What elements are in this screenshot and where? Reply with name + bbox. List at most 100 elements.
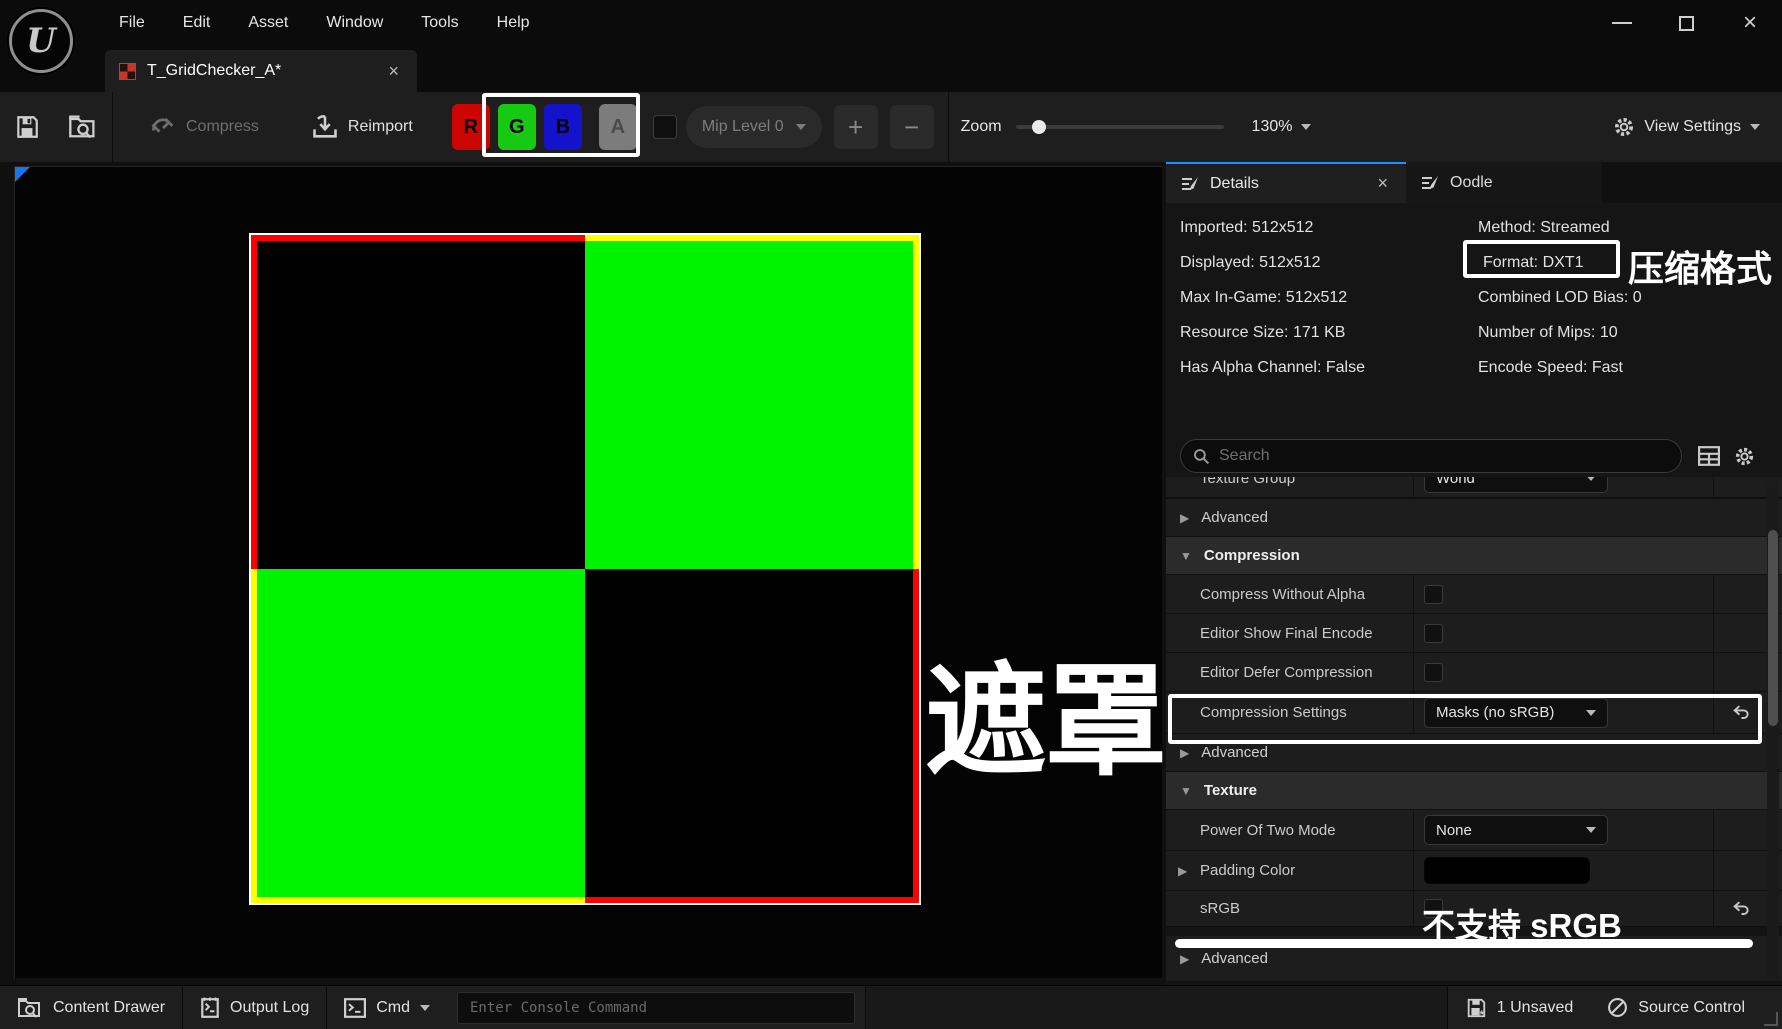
advanced-category-row[interactable]: ▶ Advanced [1166,734,1782,772]
texture-info-summary: Imported: 512x512 Method: Streamed Displ… [1180,210,1768,385]
maximize-icon [1678,15,1694,31]
menu-edit[interactable]: Edit [164,14,230,32]
expand-arrow-icon[interactable]: ▶ [1180,511,1189,525]
compress-button[interactable]: Compress [135,92,273,162]
unreal-logo-letter: U [26,21,56,61]
console-command-input[interactable] [457,991,855,1024]
compression-header-label: Compression [1203,547,1300,564]
power-of-two-mode-dropdown[interactable]: None [1424,815,1608,845]
channel-toggle-group: R G B [443,96,591,158]
minimize-button[interactable] [1590,0,1654,46]
close-button[interactable]: × [1718,0,1782,46]
mip-level-dropdown[interactable]: Mip Level 0 [685,106,822,148]
details-tab-close-icon[interactable]: × [1373,173,1392,194]
tab-oodle[interactable]: Oodle [1406,162,1602,203]
save-icon [14,114,40,140]
details-scrollbar[interactable] [1767,480,1779,980]
toolbar-separator [112,92,113,162]
green-channel-button[interactable]: G [497,104,536,150]
compression-section-header[interactable]: ▼ Compression [1166,537,1782,575]
display-filter-grid-icon[interactable] [1698,446,1720,467]
expand-arrow-icon[interactable]: ▶ [1180,746,1189,760]
info-max-in-game: Max In-Game: 512x512 [1180,288,1348,306]
compress-label: Compress [186,118,259,135]
details-scrollbar-thumb[interactable] [1768,530,1778,726]
details-panel: Details × Oodle Imported: 512x512 Method… [1166,162,1782,985]
save-button[interactable] [0,92,54,162]
details-search-box[interactable] [1180,439,1682,473]
toolbar-separator [947,92,949,162]
collapse-arrow-icon[interactable]: ▼ [1180,549,1192,563]
expand-arrow-icon[interactable]: ▶ [1178,864,1187,878]
asset-tab-close-icon[interactable]: × [384,61,403,82]
output-log-icon [200,997,220,1019]
settings-gear-icon[interactable] [1734,446,1755,467]
zoom-slider[interactable] [1015,120,1224,134]
red-channel-button[interactable]: R [451,104,490,150]
srgb-checkbox[interactable] [1424,899,1443,918]
menu-asset[interactable]: Asset [229,14,307,32]
menu-window[interactable]: Window [307,14,402,32]
resize-grip[interactable] [1764,1011,1778,1026]
browse-to-asset-button[interactable] [54,92,112,162]
collapse-arrow-icon[interactable]: ▼ [1180,784,1192,798]
mip-level-label: Mip Level 0 [701,118,784,135]
slash-circle-icon [1607,997,1628,1018]
compress-without-alpha-checkbox[interactable] [1424,584,1443,604]
unsaved-assets-button[interactable]: * 1 Unsaved [1448,986,1591,1029]
texture-section-header[interactable]: ▼ Texture [1166,772,1782,810]
reset-to-default-button[interactable] [1724,900,1758,917]
zoom-label: Zoom [960,118,1002,135]
srgb-row: sRGB [1166,891,1782,927]
reimport-label: Reimport [347,118,413,135]
source-control-button[interactable]: Source Control [1590,986,1762,1029]
mip-level-checkbox[interactable] [652,115,677,139]
advanced-category-row-clipped[interactable]: ▶ Advanced [1166,936,1782,982]
menu-file[interactable]: File [100,14,164,32]
editor-toolbar: Compress Reimport R G B A Mip Level 0 + … [0,92,1782,162]
alpha-channel-button[interactable]: A [598,104,637,150]
padding-color-swatch[interactable] [1424,857,1590,884]
chevron-down-icon [1586,827,1596,833]
info-combined-lod-bias: Combined LOD Bias: 0 [1478,288,1642,306]
zoom-slider-thumb[interactable] [1031,120,1046,134]
maximize-button[interactable] [1654,0,1718,46]
advanced-category-row[interactable]: ▶ Advanced [1166,499,1782,537]
menu-help[interactable]: Help [478,14,549,32]
menu-bar: File Edit Asset Window Tools Help [100,0,549,46]
texture-viewport[interactable] [14,166,1162,978]
expand-arrow-icon[interactable]: ▶ [1180,952,1189,966]
chevron-down-icon [420,1004,430,1011]
svg-text:*: * [1479,1009,1484,1019]
details-icon [1420,174,1440,192]
tab-details[interactable]: Details × [1166,162,1406,203]
view-settings-button[interactable]: View Settings [1613,92,1760,162]
cmd-label: Cmd [376,998,410,1016]
power-of-two-mode-row: Power Of Two Mode None [1166,810,1782,851]
window-controls: × [1590,0,1782,46]
unreal-texture-editor-window: File Edit Asset Window Tools Help × U T_… [0,0,1782,1029]
info-imported: Imported: 512x512 [1180,218,1314,236]
content-drawer-button[interactable]: Content Drawer [0,986,182,1029]
blue-channel-button[interactable]: B [543,104,582,150]
mip-plus-button[interactable]: + [833,105,878,149]
terminal-icon [344,997,367,1018]
texture-group-row-clipped: Texture Group World [1166,477,1782,499]
editor-show-final-encode-label: Editor Show Final Encode [1200,624,1373,642]
search-input[interactable] [1219,447,1669,465]
reimport-button[interactable]: Reimport [297,92,427,162]
asset-tab[interactable]: T_GridChecker_A* × [105,50,417,92]
reset-to-default-button[interactable] [1724,704,1758,721]
compression-settings-dropdown[interactable]: Masks (no sRGB) [1424,697,1608,728]
menu-tools[interactable]: Tools [402,14,477,32]
output-log-button[interactable]: Output Log [183,986,326,1029]
chevron-down-icon[interactable] [1301,124,1312,130]
cmd-dropdown-button[interactable]: Cmd [327,986,447,1029]
editor-defer-compression-row: Editor Defer Compression [1166,653,1782,692]
texture-group-dropdown[interactable]: World [1424,477,1608,493]
editor-defer-compression-checkbox[interactable] [1424,662,1443,682]
compression-settings-row: Compression Settings Masks (no sRGB) [1166,692,1782,734]
editor-show-final-encode-checkbox[interactable] [1424,623,1443,643]
info-number-of-mips: Number of Mips: 10 [1478,323,1618,341]
mip-minus-button[interactable]: − [889,105,934,149]
